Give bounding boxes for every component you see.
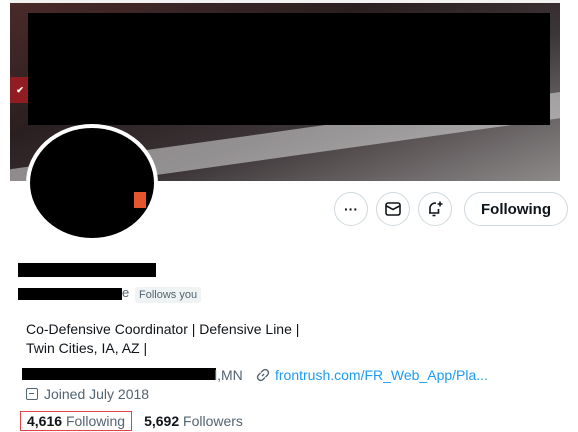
window-left-edge xyxy=(0,0,10,432)
follows-you-badge: Follows you xyxy=(135,287,202,303)
calendar-icon xyxy=(26,388,38,400)
followers-stat[interactable]: 5,692 Followers xyxy=(144,413,243,429)
mail-icon xyxy=(385,202,401,216)
profile-actions: ··· Following xyxy=(334,192,568,226)
handle-text: e xyxy=(122,285,130,300)
joined-date: Joined July 2018 xyxy=(26,386,149,402)
bio: Co-Defensive Coordinator | Defensive Lin… xyxy=(26,320,299,358)
followers-count: 5,692 xyxy=(144,413,180,429)
avatar-badge xyxy=(134,192,146,208)
following-label: Following xyxy=(65,413,126,429)
following-stat[interactable]: 4,616 Following xyxy=(20,411,133,431)
following-button[interactable]: Following xyxy=(464,192,568,226)
handle-redaction xyxy=(18,288,122,300)
banner-logo: ✔ xyxy=(10,77,30,103)
banner-redaction xyxy=(28,13,550,125)
website-link[interactable]: frontrush.com/FR_Web_App/Pla... xyxy=(256,367,488,383)
message-button[interactable] xyxy=(376,192,410,226)
avatar[interactable] xyxy=(26,124,158,242)
bio-line-2: Twin Cities, IA, AZ | xyxy=(26,340,148,356)
bell-plus-icon xyxy=(429,201,443,217)
followers-label: Followers xyxy=(183,413,243,429)
follow-stats: 4,616 Following 5,692 Followers xyxy=(20,411,243,431)
display-name-redaction xyxy=(18,263,156,277)
more-button[interactable]: ··· xyxy=(334,192,368,226)
more-icon: ··· xyxy=(344,201,358,217)
joined-text: Joined July 2018 xyxy=(44,386,150,402)
website-text[interactable]: frontrush.com/FR_Web_App/Pla... xyxy=(275,367,488,383)
location-text: l,MN xyxy=(214,367,243,383)
bio-line-1: Co-Defensive Coordinator | Defensive Lin… xyxy=(26,321,300,337)
location-redaction xyxy=(22,368,216,380)
notify-button[interactable] xyxy=(418,192,452,226)
following-count: 4,616 xyxy=(27,413,63,429)
link-icon xyxy=(256,368,270,382)
